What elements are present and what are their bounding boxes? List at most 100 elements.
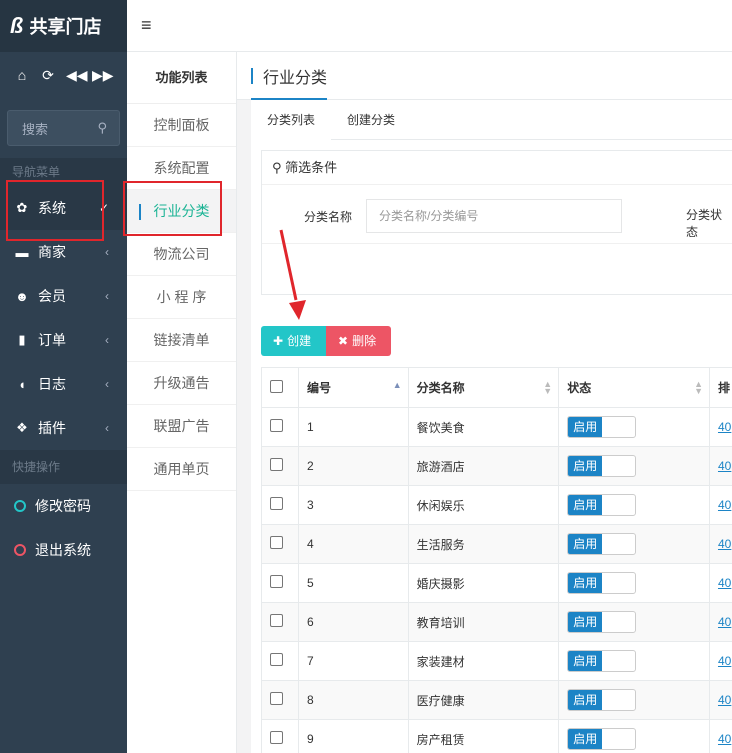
quick-item-label: 修改密码 <box>35 498 91 514</box>
row-checkbox[interactable] <box>270 614 283 627</box>
sort-link[interactable]: 40 <box>718 615 731 629</box>
tab-create-category[interactable]: 创建分类 <box>331 100 411 140</box>
row-checkbox[interactable] <box>270 575 283 588</box>
sidebar-item-log[interactable]: ◖ 日志 ‹ <box>0 362 127 406</box>
logout-link[interactable]: 退出系统 <box>0 528 127 572</box>
sort-link[interactable]: 40 <box>718 693 731 707</box>
row-sort-cell: 40 <box>708 485 732 525</box>
status-toggle[interactable]: 启用 <box>567 416 637 438</box>
row-status-cell: 启用 <box>558 446 710 486</box>
status-toggle[interactable]: 启用 <box>567 455 637 477</box>
users-icon: ☻ <box>15 288 29 304</box>
row-name: 房产租赁 <box>407 719 560 753</box>
row-checkbox[interactable] <box>270 731 283 744</box>
column-header-id[interactable]: 编号 ▲ <box>297 367 409 408</box>
table-row: 4 生活服务 启用 40 <box>261 524 732 564</box>
content-panel: 分类列表 创建分类 ⚲ 筛选条件 分类名称 分类名称/分类编号 分类状态 ✚ 创 <box>251 100 732 753</box>
submenu-item-dashboard[interactable]: 控制面板 <box>127 104 236 147</box>
search-icon[interactable]: ⚲ <box>97 120 107 136</box>
status-toggle[interactable]: 启用 <box>567 728 637 750</box>
table-row: 9 房产租赁 启用 40 <box>261 719 732 753</box>
row-checkbox[interactable] <box>270 497 283 510</box>
status-toggle-label: 启用 <box>568 456 603 476</box>
row-status-cell: 启用 <box>558 563 710 603</box>
page-header: 行业分类 <box>237 52 732 100</box>
status-toggle[interactable]: 启用 <box>567 572 637 594</box>
hamburger-icon[interactable]: ≡ <box>141 15 152 36</box>
sidebar-item-label: 订单 <box>38 332 66 348</box>
search-input[interactable]: 搜索 ⚲ <box>7 110 120 146</box>
create-button[interactable]: ✚ 创建 <box>261 326 326 356</box>
sort-icon[interactable]: ▲ ▼ <box>543 380 552 396</box>
home-icon[interactable]: ⌂ <box>14 67 30 83</box>
tabs: 分类列表 创建分类 <box>251 100 732 140</box>
row-status-cell: 启用 <box>558 407 710 447</box>
row-checkbox[interactable] <box>270 653 283 666</box>
sidebar-item-merchant[interactable]: ▬ 商家 ‹ <box>0 230 127 274</box>
main-content: 行业分类 分类列表 创建分类 ⚲ 筛选条件 分类名称 分类名称/分类编号 分类状… <box>237 52 732 753</box>
sidebar-item-order[interactable]: ▮ 订单 ‹ <box>0 318 127 362</box>
column-header-status[interactable]: 状态 ▲ ▼ <box>558 367 710 408</box>
row-sort-cell: 40 <box>708 602 732 642</box>
sidebar-item-system[interactable]: ✿ 系统 ✓ <box>0 186 127 230</box>
sort-link[interactable]: 40 <box>718 537 731 551</box>
status-toggle[interactable]: 启用 <box>567 533 637 555</box>
search-placeholder: 搜索 <box>22 121 49 137</box>
submenu-item-system-config[interactable]: 系统配置 <box>127 147 236 190</box>
refresh-icon[interactable]: ⟳ <box>40 67 56 84</box>
row-select-cell <box>261 680 299 720</box>
row-checkbox[interactable] <box>270 458 283 471</box>
status-toggle[interactable]: 启用 <box>567 689 637 711</box>
column-header-name[interactable]: 分类名称 ▲ ▼ <box>407 367 560 408</box>
submenu-item-upgrade-notice[interactable]: 升级通告 <box>127 362 236 405</box>
status-toggle[interactable]: 启用 <box>567 611 637 633</box>
sort-link[interactable]: 40 <box>718 420 731 434</box>
tab-category-list[interactable]: 分类列表 <box>251 100 332 140</box>
forward-icon[interactable]: ▶▶ <box>92 67 114 84</box>
row-checkbox[interactable] <box>270 419 283 432</box>
table-body: 1 餐饮美食 启用 40 2 旅游酒店 启用 40 3 休闲娱乐 启用 40 4 生活服务 启用 40 5 婚庆摄… <box>261 407 732 753</box>
sidebar: ß 共享门店 ⌂ ⟳ ◀◀ ▶▶ 搜索 ⚲ 导航菜单 ✿ 系统 ✓ ▬ 商家 ‹… <box>0 0 127 753</box>
select-all-checkbox[interactable] <box>270 379 283 393</box>
bookmark-icon: ▮ <box>18 332 26 347</box>
sort-link[interactable]: 40 <box>718 732 731 746</box>
sort-link[interactable]: 40 <box>718 576 731 590</box>
sort-asc-icon[interactable]: ▲ <box>393 381 402 390</box>
row-status-cell: 启用 <box>558 485 710 525</box>
sidebar-item-member[interactable]: ☻ 会员 ‹ <box>0 274 127 318</box>
row-name: 家装建材 <box>407 641 560 681</box>
table-row: 8 医疗健康 启用 40 <box>261 680 732 720</box>
sidebar-item-plugin[interactable]: ❖ 插件 ‹ <box>0 406 127 450</box>
sort-icon[interactable]: ▲ ▼ <box>694 380 703 396</box>
row-checkbox[interactable] <box>270 536 283 549</box>
row-select-cell <box>261 485 299 525</box>
topbar: ≡ <box>127 0 732 52</box>
submenu-item-miniprogram[interactable]: 小 程 序 <box>127 276 236 319</box>
sort-link[interactable]: 40 <box>718 498 731 512</box>
chevron-down-icon: ✓ <box>98 201 109 215</box>
row-sort-cell: 40 <box>708 563 732 603</box>
gear-icon: ✿ <box>16 200 28 215</box>
row-name: 医疗健康 <box>407 680 560 720</box>
row-id: 1 <box>297 407 409 447</box>
sidebar-item-label: 商家 <box>38 244 66 260</box>
column-header-sort[interactable]: 排 <box>708 367 732 408</box>
submenu-item-alliance-ads[interactable]: 联盟广告 <box>127 405 236 448</box>
sort-link[interactable]: 40 <box>718 459 731 473</box>
circle-icon <box>14 544 26 556</box>
submenu-item-links[interactable]: 链接清单 <box>127 319 236 362</box>
backward-icon[interactable]: ◀◀ <box>66 67 88 84</box>
change-password-link[interactable]: 修改密码 <box>0 484 127 528</box>
row-id: 3 <box>297 485 409 525</box>
submenu-item-general-page[interactable]: 通用单页 <box>127 448 236 491</box>
row-checkbox[interactable] <box>270 692 283 705</box>
submenu-item-logistics[interactable]: 物流公司 <box>127 233 236 276</box>
sort-link[interactable]: 40 <box>718 654 731 668</box>
table-row: 3 休闲娱乐 启用 40 <box>261 485 732 525</box>
delete-button[interactable]: ✖ 删除 <box>326 326 391 356</box>
category-name-input[interactable]: 分类名称/分类编号 <box>366 199 623 233</box>
row-status-cell: 启用 <box>558 602 710 642</box>
submenu-item-industry-category[interactable]: 行业分类 <box>127 190 236 233</box>
status-toggle[interactable]: 启用 <box>567 494 637 516</box>
status-toggle[interactable]: 启用 <box>567 650 637 672</box>
